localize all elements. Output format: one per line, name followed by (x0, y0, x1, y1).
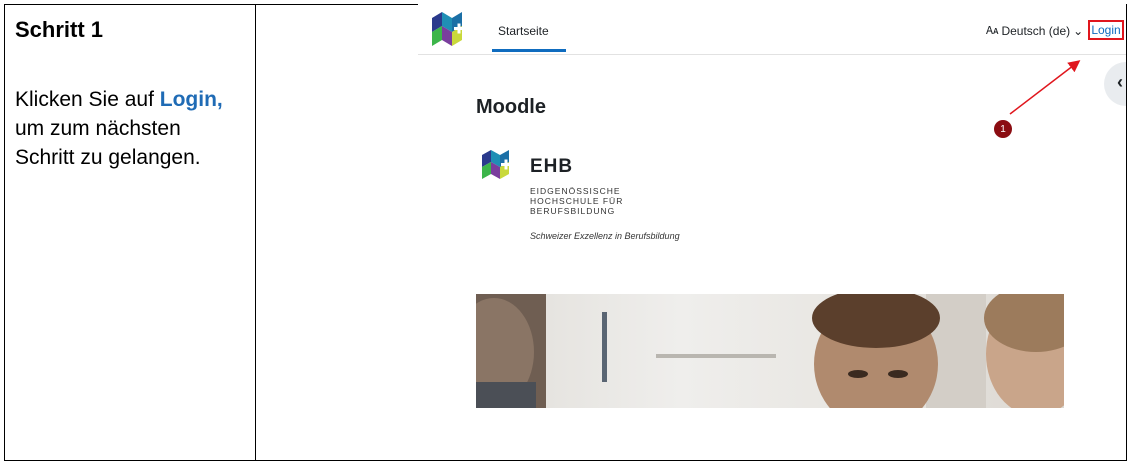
ehb-subtitle: EIDGENÖSSISCHE HOCHSCHULE FÜR BERUFSBILD… (530, 186, 623, 216)
ehb-subtitle-line: BERUFSBILDUNG (530, 206, 616, 216)
login-button[interactable]: Login (1088, 20, 1124, 40)
page-title: Moodle (476, 96, 546, 118)
instruction-text: Klicken Sie auf Login, um zum nächsten S… (15, 85, 245, 172)
active-tab-indicator (492, 49, 566, 52)
hero-photo-illustration (476, 294, 1064, 408)
language-label: Deutsch (de) (1001, 24, 1071, 38)
top-navbar: Startseite 🗛 Deutsch (de) ⌄ Login (418, 4, 1126, 55)
language-menu[interactable]: 🗛 Deutsch (de) ⌄ (986, 24, 1083, 38)
language-icon: 🗛 (986, 24, 999, 37)
instruction-after: um zum nächsten Schritt zu gelangen. (15, 117, 201, 169)
instruction-login-word: Login, (159, 88, 223, 111)
moodle-screenshot: Startseite 🗛 Deutsch (de) ⌄ Login ‹ Mood… (418, 4, 1126, 424)
step-title: Schritt 1 (15, 17, 104, 42)
ehb-name: EHB (530, 156, 574, 177)
moodle-logo-icon (432, 12, 464, 46)
callout-badge: 1 (994, 120, 1012, 138)
ehb-tagline: Schweizer Exzellenz in Berufsbildung (530, 231, 680, 241)
column-divider (255, 5, 256, 460)
drawer-toggle-button[interactable]: ‹ (1104, 62, 1126, 106)
chevron-down-icon: ⌄ (1073, 24, 1084, 38)
ehb-logo-icon (482, 150, 511, 179)
chevron-left-icon: ‹ (1117, 72, 1123, 92)
tab-startseite[interactable]: Startseite (498, 24, 549, 38)
ehb-subtitle-line: HOCHSCHULE FÜR (530, 196, 624, 206)
instruction-before: Klicken Sie auf (15, 88, 160, 111)
ehb-subtitle-line: EIDGENÖSSISCHE (530, 186, 621, 196)
hero-image (476, 294, 1064, 408)
